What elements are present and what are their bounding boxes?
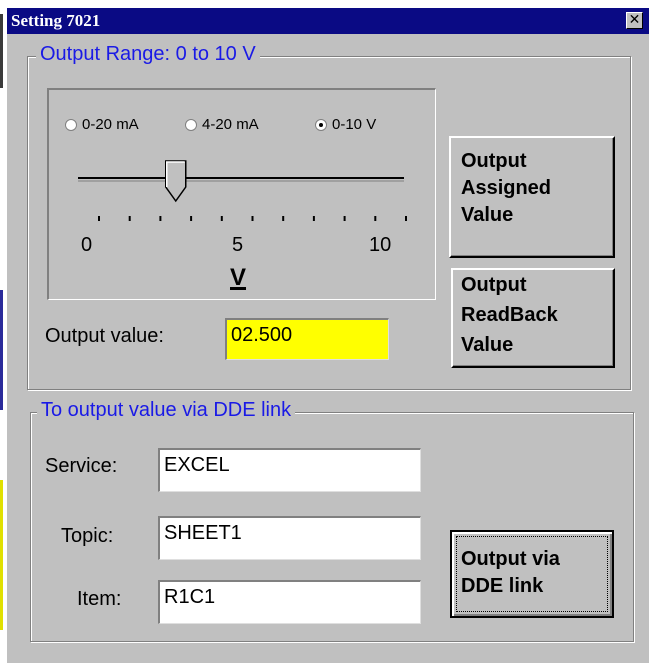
scale-label-max: 10 — [369, 234, 392, 256]
edge-mark — [0, 290, 3, 410]
scale-label-min: 0 — [81, 234, 93, 256]
item-input[interactable]: R1C1 — [158, 580, 421, 624]
edge-mark — [0, 14, 3, 88]
dde-legend: To output value via DDE link — [37, 399, 296, 422]
output-value-field[interactable]: 02.500 — [225, 318, 389, 360]
item-label: Item: — [77, 588, 122, 610]
title-bar[interactable]: Setting 7021 ✕ — [7, 8, 649, 34]
radio-4-20ma-label: 4-20 mA — [202, 116, 259, 133]
radio-4-20ma-indicator[interactable] — [185, 118, 197, 131]
radio-0-20ma-label: 0-20 mA — [82, 116, 139, 133]
desktop-edge — [0, 0, 7, 663]
slider-ticks — [98, 216, 407, 221]
slider-thumb[interactable] — [165, 160, 187, 203]
radio-0-10v-label: 0-10 V — [332, 116, 377, 133]
topic-input[interactable]: SHEET1 — [158, 516, 421, 560]
close-button[interactable]: ✕ — [626, 12, 643, 29]
window-title: Setting 7021 — [11, 11, 101, 30]
output-via-dde-button[interactable]: Output via DDE link — [450, 530, 614, 618]
output-value-label: Output value: — [45, 325, 164, 347]
service-label: Service: — [45, 455, 118, 477]
output-range-legend: Output Range: 0 to 10 V — [36, 43, 260, 66]
radio-0-10v-indicator[interactable] — [315, 118, 327, 131]
radio-4-20ma[interactable]: 4-20 mA — [185, 116, 259, 133]
service-input[interactable]: EXCEL — [158, 448, 421, 492]
scale-label-mid: 5 — [232, 234, 244, 256]
edge-mark — [0, 480, 3, 630]
output-slider[interactable] — [52, 158, 432, 238]
radio-0-10v[interactable]: 0-10 V — [315, 116, 376, 133]
output-readback-value-button[interactable]: Output ReadBack Value — [451, 268, 615, 368]
output-readback-value-button-label: Output ReadBack Value — [461, 274, 558, 356]
unit-label: V — [230, 264, 247, 291]
output-assigned-value-button-label: Output Assigned Value — [461, 150, 552, 226]
settings-window: Setting 7021 ✕ Output Range: 0 to 10 V 0… — [7, 8, 649, 663]
output-assigned-value-button[interactable]: Output Assigned Value — [449, 136, 615, 258]
focus-rect — [456, 536, 608, 612]
topic-label: Topic: — [61, 525, 114, 547]
radio-0-20ma[interactable]: 0-20 mA — [65, 116, 139, 133]
radio-0-20ma-indicator[interactable] — [65, 118, 77, 131]
